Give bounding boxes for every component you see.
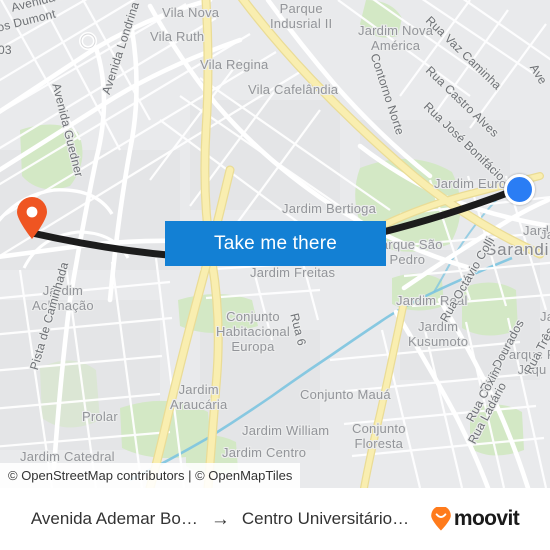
destination-marker-dot[interactable] xyxy=(504,174,535,205)
moovit-trip-map-screen: Vila Nova Vila Ruth Vila Regina Vila Cafelâ… xyxy=(0,0,550,550)
arrow-right-icon: → xyxy=(210,508,230,530)
origin-marker-icon[interactable] xyxy=(15,196,49,240)
moovit-wordmark: moovit xyxy=(453,507,520,530)
map-attribution[interactable]: © OpenStreetMap contributors | © OpenMap… xyxy=(0,463,301,488)
moovit-pin-icon xyxy=(431,507,451,531)
moovit-logo[interactable]: moovit xyxy=(430,507,520,531)
origin-label: Avenida Ademar Borni… xyxy=(30,509,199,528)
destination-label: Centro Universitário De … xyxy=(241,509,410,528)
map-canvas[interactable]: Vila Nova Vila Ruth Vila Regina Vila Cafelâ… xyxy=(0,0,550,488)
trip-footer-bar: Avenida Ademar Borni… → Centro Universit… xyxy=(0,488,550,550)
take-me-there-button[interactable]: Take me there xyxy=(165,221,386,266)
